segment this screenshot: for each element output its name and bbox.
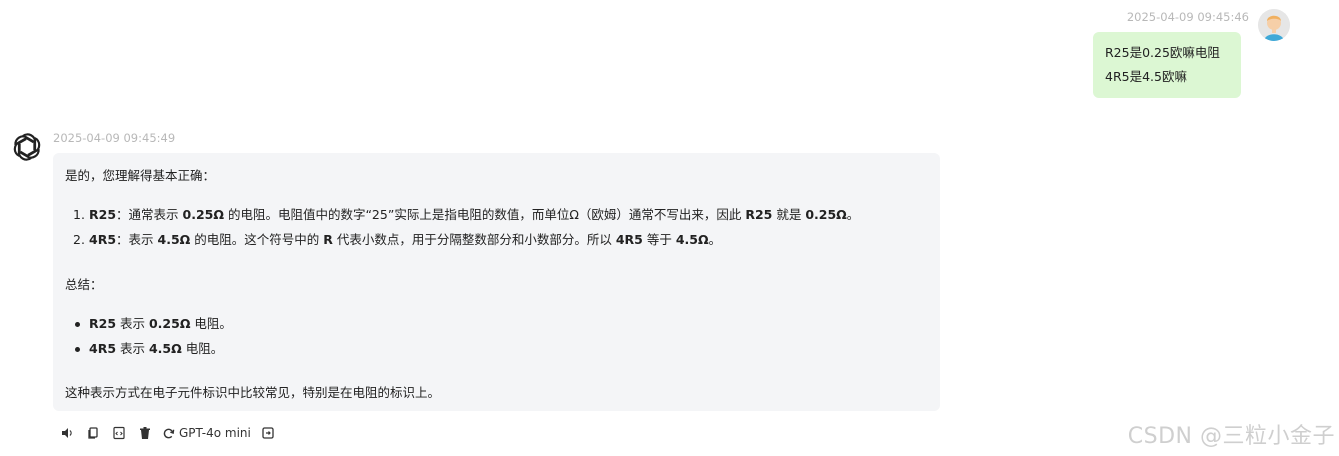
text: ：通常表示 <box>116 207 183 222</box>
openai-logo-icon <box>10 130 44 164</box>
bold-text: 0.25Ω <box>805 207 847 222</box>
text: 。 <box>846 207 860 222</box>
export-icon[interactable] <box>259 424 277 442</box>
speaker-icon[interactable] <box>58 424 76 442</box>
bold-text: R25 <box>89 316 117 331</box>
text: 等于 <box>642 232 676 247</box>
regenerate-icon <box>163 428 175 438</box>
user-message-timestamp: 2025-04-09 09:45:46 <box>1126 10 1249 24</box>
bold-text: R25 <box>745 207 773 222</box>
list-item: R25 表示 0.25Ω 电阻。 <box>65 314 232 339</box>
text: ：表示 <box>116 232 158 247</box>
trash-icon[interactable] <box>136 424 154 442</box>
bold-text: 0.25Ω <box>182 207 224 222</box>
list-number: 2. <box>73 232 85 247</box>
bold-text: 4R5 <box>89 232 117 247</box>
bold-text: 4.5Ω <box>157 232 191 247</box>
assistant-conclusion: 这种表示方式在电子元件标识中比较常见，特别是在电阻的标识上。 <box>65 385 441 400</box>
text: 电阻。 <box>181 341 224 356</box>
text: 表示 <box>116 316 149 331</box>
user-avatar-icon <box>1258 9 1290 41</box>
user-message-bubble: R25是0.25欧嘛电阻 4R5是4.5欧嘛 <box>1093 32 1241 98</box>
bold-text: 4.5Ω <box>675 232 709 247</box>
assistant-intro: 是的，您理解得基本正确： <box>65 168 216 183</box>
bold-text: 0.25Ω <box>148 316 191 331</box>
bold-text: R <box>323 232 333 247</box>
watermark: CSDN @三粒小金子 <box>1127 424 1335 449</box>
text: 代表小数点，用于分隔整数部分和小数部分。所以 <box>332 232 616 247</box>
regenerate-model-button[interactable]: GPT-4o mini <box>162 426 251 440</box>
model-label: GPT-4o mini <box>179 426 251 440</box>
code-icon[interactable] <box>110 424 128 442</box>
user-avatar <box>1258 9 1290 41</box>
text: 就是 <box>772 207 806 222</box>
text: 的电阻。电阻值中的数字“25”实际上是指电阻的数值，而单位Ω（欧姆）通常不写出来… <box>223 207 746 222</box>
list-number: 1. <box>73 207 85 222</box>
bold-text: 4.5Ω <box>148 341 182 356</box>
bold-text: 4R5 <box>89 341 117 356</box>
bold-text: 4R5 <box>615 232 643 247</box>
text: 电阻。 <box>190 316 232 331</box>
ordered-list: 1. R25：通常表示 0.25Ω 的电阻。电阻值中的数字“25”实际上是指电阻… <box>65 205 859 255</box>
text: 。 <box>708 232 722 247</box>
list-item: 4R5 表示 4.5Ω 电阻。 <box>65 339 232 364</box>
message-toolbar: GPT-4o mini <box>58 424 285 442</box>
text: 的电阻。这个符号中的 <box>190 232 324 247</box>
bullet-list: R25 表示 0.25Ω 电阻。 4R5 表示 4.5Ω 电阻。 <box>65 314 232 364</box>
list-item: 1. R25：通常表示 0.25Ω 的电阻。电阻值中的数字“25”实际上是指电阻… <box>65 205 859 230</box>
list-item: 2. 4R5：表示 4.5Ω 的电阻。这个符号中的 R 代表小数点，用于分隔整数… <box>65 230 859 255</box>
copy-icon[interactable] <box>84 424 102 442</box>
assistant-message-timestamp: 2025-04-09 09:45:49 <box>53 131 176 145</box>
summary-label: 总结： <box>65 277 103 292</box>
assistant-message-bubble: 是的，您理解得基本正确： 1. R25：通常表示 0.25Ω 的电阻。电阻值中的… <box>53 153 940 411</box>
user-message-line: R25是0.25欧嘛电阻 <box>1105 45 1220 60</box>
text: 表示 <box>116 341 149 356</box>
bold-text: R25 <box>89 207 117 222</box>
user-message-line: 4R5是4.5欧嘛 <box>1105 69 1187 84</box>
